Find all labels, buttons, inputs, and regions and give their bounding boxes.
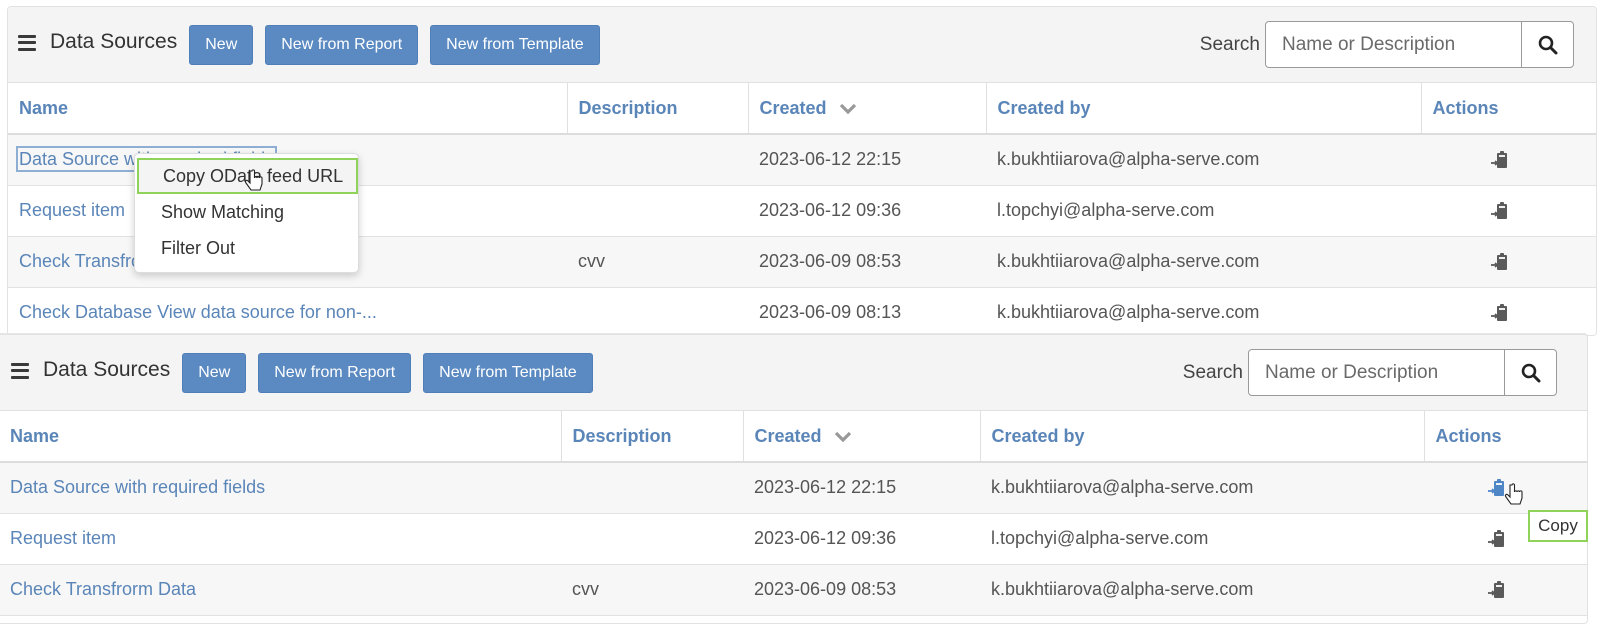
created-cell: 2023-06-12 09:36 xyxy=(748,185,986,237)
description-cell xyxy=(561,513,743,565)
search-group: Search xyxy=(1200,21,1574,68)
created-by-cell: k.bukhtiiarova@alpha-serve.com xyxy=(986,287,1421,335)
search-label: Search xyxy=(1199,33,1260,55)
chevron-down-icon xyxy=(834,431,851,443)
data-source-name-link[interactable]: Data Source with required fields xyxy=(10,477,265,497)
clipboard-paste-icon[interactable] xyxy=(1489,251,1509,271)
created-cell: 2023-06-12 09:36 xyxy=(743,513,980,565)
data-source-name-link[interactable]: Check Transfrorm Data xyxy=(10,579,196,599)
description-cell xyxy=(567,134,748,186)
search-icon xyxy=(1521,363,1540,382)
search-box xyxy=(1248,349,1557,396)
actions-cell xyxy=(1421,236,1596,288)
created-by-cell: l.topchyi@alpha-serve.com xyxy=(980,513,1424,565)
table-row: Data Source with required fields 2023-06… xyxy=(0,462,1587,514)
new-from-report-button[interactable]: New from Report xyxy=(258,352,412,393)
actions-cell xyxy=(1421,134,1596,186)
column-header-description[interactable]: Description xyxy=(561,411,744,463)
search-input[interactable] xyxy=(1249,350,1504,395)
created-cell: 2023-06-09 08:53 xyxy=(743,564,980,616)
table-header-row: Name Description Created Created by Acti… xyxy=(0,411,1587,463)
column-header-created-label: Created xyxy=(754,425,822,446)
new-from-report-button[interactable]: New from Report xyxy=(265,24,419,65)
table-row: Check Database View data source for non-… xyxy=(8,287,1596,335)
column-header-actions: Actions xyxy=(1421,83,1596,135)
actions-cell xyxy=(1421,287,1596,335)
created-by-cell: k.bukhtiiarova@alpha-serve.com xyxy=(980,462,1424,514)
search-label: Search xyxy=(1182,361,1243,383)
chevron-down-icon xyxy=(839,103,856,115)
menu-item-show-matching[interactable]: Show Matching xyxy=(135,194,358,230)
created-by-cell: k.bukhtiiarova@alpha-serve.com xyxy=(986,236,1421,288)
search-input[interactable] xyxy=(1266,22,1521,67)
clipboard-paste-icon[interactable] xyxy=(1486,477,1506,497)
clipboard-paste-icon[interactable] xyxy=(1489,149,1509,169)
column-header-description[interactable]: Description xyxy=(567,83,749,135)
new-button[interactable]: New xyxy=(189,24,254,65)
clipboard-paste-icon[interactable] xyxy=(1489,200,1509,220)
clipboard-paste-icon[interactable] xyxy=(1486,528,1506,548)
created-cell: 2023-06-12 22:15 xyxy=(748,134,986,186)
column-header-created-by[interactable]: Created by xyxy=(980,411,1425,463)
copy-tooltip: Copy xyxy=(1528,510,1588,542)
hamburger-menu-icon[interactable] xyxy=(11,362,29,379)
created-by-cell: k.bukhtiiarova@alpha-serve.com xyxy=(980,564,1424,616)
created-cell: 2023-06-12 22:15 xyxy=(743,462,980,514)
column-header-actions: Actions xyxy=(1424,411,1587,463)
description-cell: cvv xyxy=(567,236,748,288)
hand-cursor-icon xyxy=(1504,483,1523,505)
new-button[interactable]: New xyxy=(182,352,247,393)
data-source-name-link[interactable]: Check Database View data source for non-… xyxy=(19,302,377,322)
clipboard-paste-icon[interactable] xyxy=(1486,579,1506,599)
column-header-created[interactable]: Created xyxy=(743,411,981,463)
column-header-name[interactable]: Name xyxy=(8,83,568,135)
clipboard-paste-icon[interactable] xyxy=(1489,302,1509,322)
created-cell: 2023-06-09 08:13 xyxy=(748,287,986,335)
column-header-created[interactable]: Created xyxy=(748,83,987,135)
search-button[interactable] xyxy=(1504,350,1556,395)
data-sources-panel-bottom: Data Sources New New from Report New fro… xyxy=(0,334,1588,624)
description-cell xyxy=(567,287,748,335)
table-row: Check Transfrorm Data cvv 2023-06-09 08:… xyxy=(0,564,1587,616)
description-cell xyxy=(561,462,743,514)
page-title: Data Sources xyxy=(50,29,178,53)
data-sources-table: Name Description Created Created by Acti… xyxy=(0,411,1587,616)
hand-cursor-icon xyxy=(244,169,263,191)
search-group: Search xyxy=(1183,349,1557,396)
actions-cell xyxy=(1424,564,1587,616)
hamburger-menu-icon[interactable] xyxy=(18,34,36,51)
column-header-created-label: Created xyxy=(759,97,827,118)
data-source-name-link[interactable]: Request item xyxy=(19,200,125,220)
created-by-cell: l.topchyi@alpha-serve.com xyxy=(986,185,1421,237)
actions-cell xyxy=(1421,185,1596,237)
search-icon xyxy=(1538,35,1557,54)
created-by-cell: k.bukhtiiarova@alpha-serve.com xyxy=(986,134,1421,186)
column-header-created-by[interactable]: Created by xyxy=(986,83,1422,135)
new-from-template-button[interactable]: New from Template xyxy=(430,24,600,65)
search-button[interactable] xyxy=(1521,22,1573,67)
menu-item-filter-out[interactable]: Filter Out xyxy=(135,230,358,266)
description-cell xyxy=(567,185,748,237)
table-header-row: Name Description Created Created by Acti… xyxy=(8,83,1596,135)
column-header-name[interactable]: Name xyxy=(0,411,562,463)
search-box xyxy=(1265,21,1574,68)
new-from-template-button[interactable]: New from Template xyxy=(423,352,593,393)
page-title: Data Sources xyxy=(43,357,171,381)
data-source-name-link[interactable]: Request item xyxy=(10,528,116,548)
toolbar: Data Sources New New from Report New fro… xyxy=(0,335,1587,411)
table-row: Request item 2023-06-12 09:36 l.topchyi@… xyxy=(0,513,1587,565)
toolbar: Data Sources New New from Report New fro… xyxy=(8,7,1596,83)
description-cell: cvv xyxy=(561,564,743,616)
created-cell: 2023-06-09 08:53 xyxy=(748,236,986,288)
